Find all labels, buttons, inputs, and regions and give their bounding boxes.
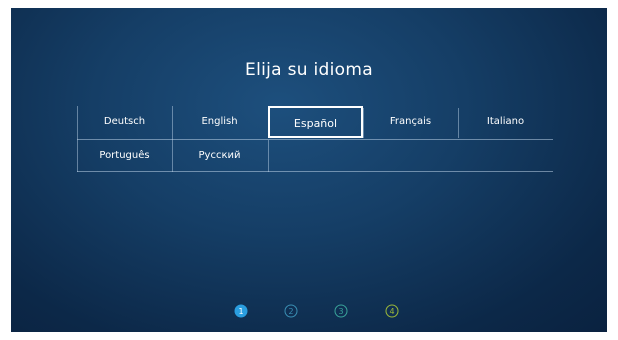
language-grid: Deutsch English Español Français Italian… [77, 106, 553, 172]
step-label: 4 [389, 307, 394, 316]
step-4-indicator: 4 [385, 304, 399, 318]
language-option-italiano[interactable]: Italiano [458, 106, 553, 138]
step-1-indicator: 1 [234, 304, 248, 318]
grid-divider [77, 139, 553, 140]
language-option-english[interactable]: English [172, 106, 267, 138]
language-option-russian[interactable]: Русский [172, 140, 267, 172]
language-option-deutsch[interactable]: Deutsch [77, 106, 172, 138]
grid-divider [363, 108, 364, 138]
language-option-portugues[interactable]: Português [77, 140, 172, 172]
progress-steps: 1 2 3 4 [234, 304, 399, 318]
setup-progress-indicator: 1 2 3 4 [11, 304, 607, 318]
step-label: 1 [238, 307, 243, 316]
step-label: 3 [338, 307, 343, 316]
grid-divider [77, 171, 553, 172]
step-2-indicator: 2 [284, 304, 298, 318]
grid-divider [268, 140, 269, 172]
language-screen: Elija su idioma Deutsch English Español … [11, 8, 607, 332]
language-option-francais[interactable]: Français [363, 106, 458, 138]
grid-divider [458, 108, 459, 138]
step-label: 2 [288, 307, 293, 316]
language-option-espanol[interactable]: Español [268, 106, 363, 138]
step-3-indicator: 3 [334, 304, 348, 318]
page-title: Elija su idioma [245, 60, 373, 80]
